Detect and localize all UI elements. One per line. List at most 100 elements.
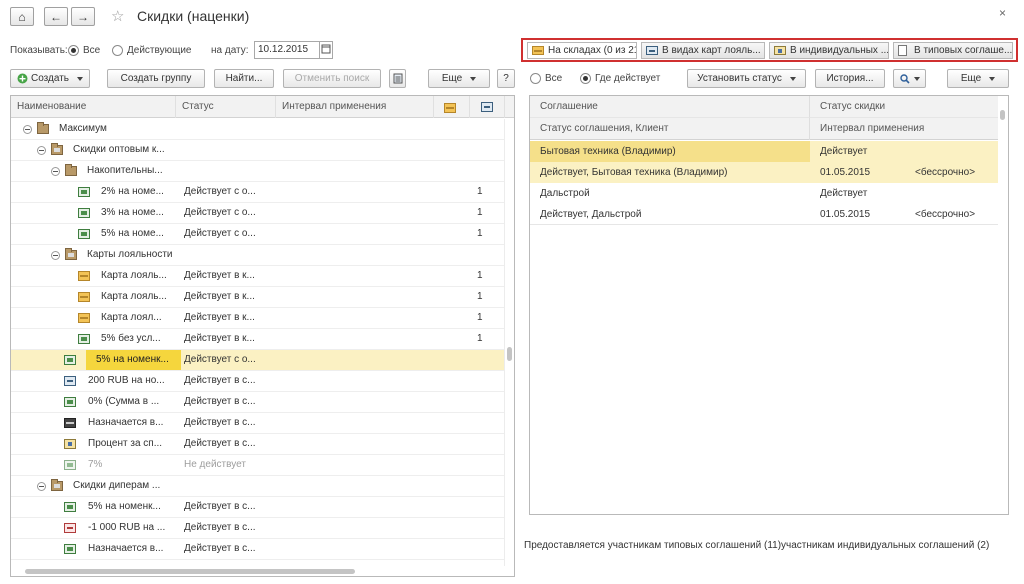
folder-icon (51, 143, 63, 155)
tree-row[interactable]: Карта лояль... Действует в к... 1 (11, 287, 505, 308)
date-input[interactable]: 10.12.2015 (254, 41, 320, 59)
tree-vertical-scrollbar[interactable] (504, 119, 514, 575)
loyalty-card-icon (444, 103, 456, 113)
warehouse-icon (532, 46, 544, 55)
radio-active[interactable] (112, 45, 123, 56)
tree-row[interactable]: 0% (Сумма в ... Действует в с... (11, 392, 505, 413)
cancel-search-button[interactable]: Отменить поиск (283, 69, 381, 88)
scroll-thumb[interactable] (25, 569, 355, 574)
calendar-button[interactable] (319, 41, 333, 59)
radio-all-right[interactable] (530, 73, 541, 84)
home-icon: ⌂ (18, 9, 26, 24)
agreement-row[interactable]: Действует, Дальстрой 01.05.2015 <бессроч… (530, 204, 998, 225)
tree-row[interactable]: 5% на номенк... Действует в с... (11, 497, 505, 518)
close-icon[interactable]: × (999, 6, 1006, 20)
create-label: Создать (30, 73, 69, 84)
home-button[interactable]: ⌂ (10, 7, 34, 26)
row-status: Действует в к... (184, 270, 255, 281)
row-count: 1 (477, 333, 483, 344)
row-name: 0% (Сумма в ... (88, 396, 160, 407)
row-status: Действует в с... (184, 438, 256, 449)
set-status-button[interactable]: Установить статус (687, 69, 806, 88)
row-name: Скидки диперам ... (73, 480, 161, 491)
back-button[interactable]: ← (44, 7, 68, 26)
tree-row[interactable]: Назначается в... Действует в с... (11, 539, 505, 560)
forward-button[interactable]: → (71, 7, 95, 26)
collapse-icon[interactable] (37, 146, 46, 155)
tree-row[interactable]: Карта лоял... Действует в к... 1 (11, 308, 505, 329)
search-icon (899, 73, 910, 84)
scroll-thumb[interactable] (1000, 110, 1005, 120)
tree-row[interactable]: 2% на номе... Действует с о... 1 (11, 182, 505, 203)
header-kind-col[interactable] (470, 96, 505, 118)
tree-row[interactable]: 200 RUB на но... Действует в с... (11, 371, 505, 392)
tree-row[interactable]: Максимум (11, 119, 505, 140)
scroll-thumb[interactable] (507, 347, 512, 361)
tree-row[interactable]: Карты лояльности (11, 245, 505, 266)
row-count: 1 (477, 291, 483, 302)
agreement-row[interactable]: Действует, Бытовая техника (Владимир) 01… (530, 162, 998, 183)
collapse-icon[interactable] (37, 482, 46, 491)
collapse-icon[interactable] (51, 167, 60, 176)
tab-warehouses[interactable]: На складах (0 из 21) (527, 42, 637, 59)
row-status: Действует в с... (184, 417, 256, 428)
agreement-row[interactable]: Дальстрой Действует (530, 183, 998, 204)
agreement-name: Дальстрой (540, 188, 590, 199)
create-group-button[interactable]: Создать группу (107, 69, 205, 88)
collapse-icon[interactable] (51, 251, 60, 260)
arrow-right-icon: → (77, 9, 89, 24)
document-icon (898, 45, 907, 56)
collapse-icon[interactable] (23, 125, 32, 134)
tree-row-selected[interactable]: 5% на номенк... Действует с о... (11, 350, 505, 371)
star-icon[interactable]: ☆ (111, 7, 124, 25)
header-interval-right[interactable]: Интервал применения (810, 118, 998, 140)
row-name: 5% на номенк... (88, 501, 161, 512)
tree-row[interactable]: 5% без усл... Действует в к... 1 (11, 329, 505, 350)
header-card-col[interactable] (434, 96, 470, 118)
tree-row[interactable]: Скидки оптовым к... (11, 140, 505, 161)
tab-typical-agreements[interactable]: В типовых соглаше... (893, 42, 1013, 59)
radio-all[interactable] (68, 45, 79, 56)
tab-individual-agreements[interactable]: В индивидуальных ... (769, 42, 889, 59)
row-name: 200 RUB на но... (88, 375, 165, 386)
row-status: Действует с о... (184, 228, 256, 239)
help-button[interactable]: ? (497, 69, 515, 88)
header-agreement-status[interactable]: Статус соглашения, Клиент (530, 118, 810, 140)
row-name: 5% без усл... (101, 333, 161, 344)
more-button[interactable]: Еще (428, 69, 490, 88)
header-status[interactable]: Статус (176, 96, 276, 118)
row-status: Действует в с... (184, 396, 256, 407)
folder-icon (65, 248, 77, 260)
header-interval[interactable]: Интервал применения (276, 96, 434, 118)
more-right-button[interactable]: Еще (947, 69, 1009, 88)
create-button[interactable]: Создать (10, 69, 90, 88)
header-name[interactable]: Наименование (11, 96, 176, 118)
tree-horizontal-scrollbar[interactable] (11, 566, 505, 576)
discount-icon (64, 355, 76, 365)
find-button[interactable]: Найти... (214, 69, 274, 88)
header-discount-status[interactable]: Статус скидки (810, 96, 998, 118)
tab-card-types[interactable]: В видах карт лояль... (641, 42, 765, 59)
tree-row[interactable]: -1 000 RUB на ... Действует в с... (11, 518, 505, 539)
row-name: Максимум (59, 123, 107, 134)
tree-row[interactable]: 5% на номе... Действует с о... 1 (11, 224, 505, 245)
agreements-vertical-scrollbar[interactable] (998, 96, 1008, 514)
folder-icon (65, 164, 77, 176)
radio-where-active[interactable] (580, 73, 591, 84)
tree-row[interactable]: 7% Не действует (11, 455, 505, 476)
tree-row[interactable]: Карта лояль... Действует в к... 1 (11, 266, 505, 287)
tree-row[interactable]: Назначается в... Действует в с... (11, 413, 505, 434)
history-button[interactable]: История... (815, 69, 885, 88)
agreement-row[interactable]: Бытовая техника (Владимир) Действует (530, 141, 998, 162)
search-button[interactable] (893, 69, 926, 88)
header-agreement[interactable]: Соглашение (530, 96, 810, 118)
row-count: 1 (477, 270, 483, 281)
list-icon (393, 73, 402, 84)
tree-row[interactable]: Процент за сп... Действует в с... (11, 434, 505, 455)
tree-row[interactable]: Накопительны... (11, 161, 505, 182)
list-settings-button[interactable] (389, 69, 406, 88)
tree-row[interactable]: Скидки диперам ... (11, 476, 505, 497)
row-count: 1 (477, 228, 483, 239)
tree-row[interactable]: 3% на номе... Действует с о... 1 (11, 203, 505, 224)
discount-icon (78, 229, 90, 239)
